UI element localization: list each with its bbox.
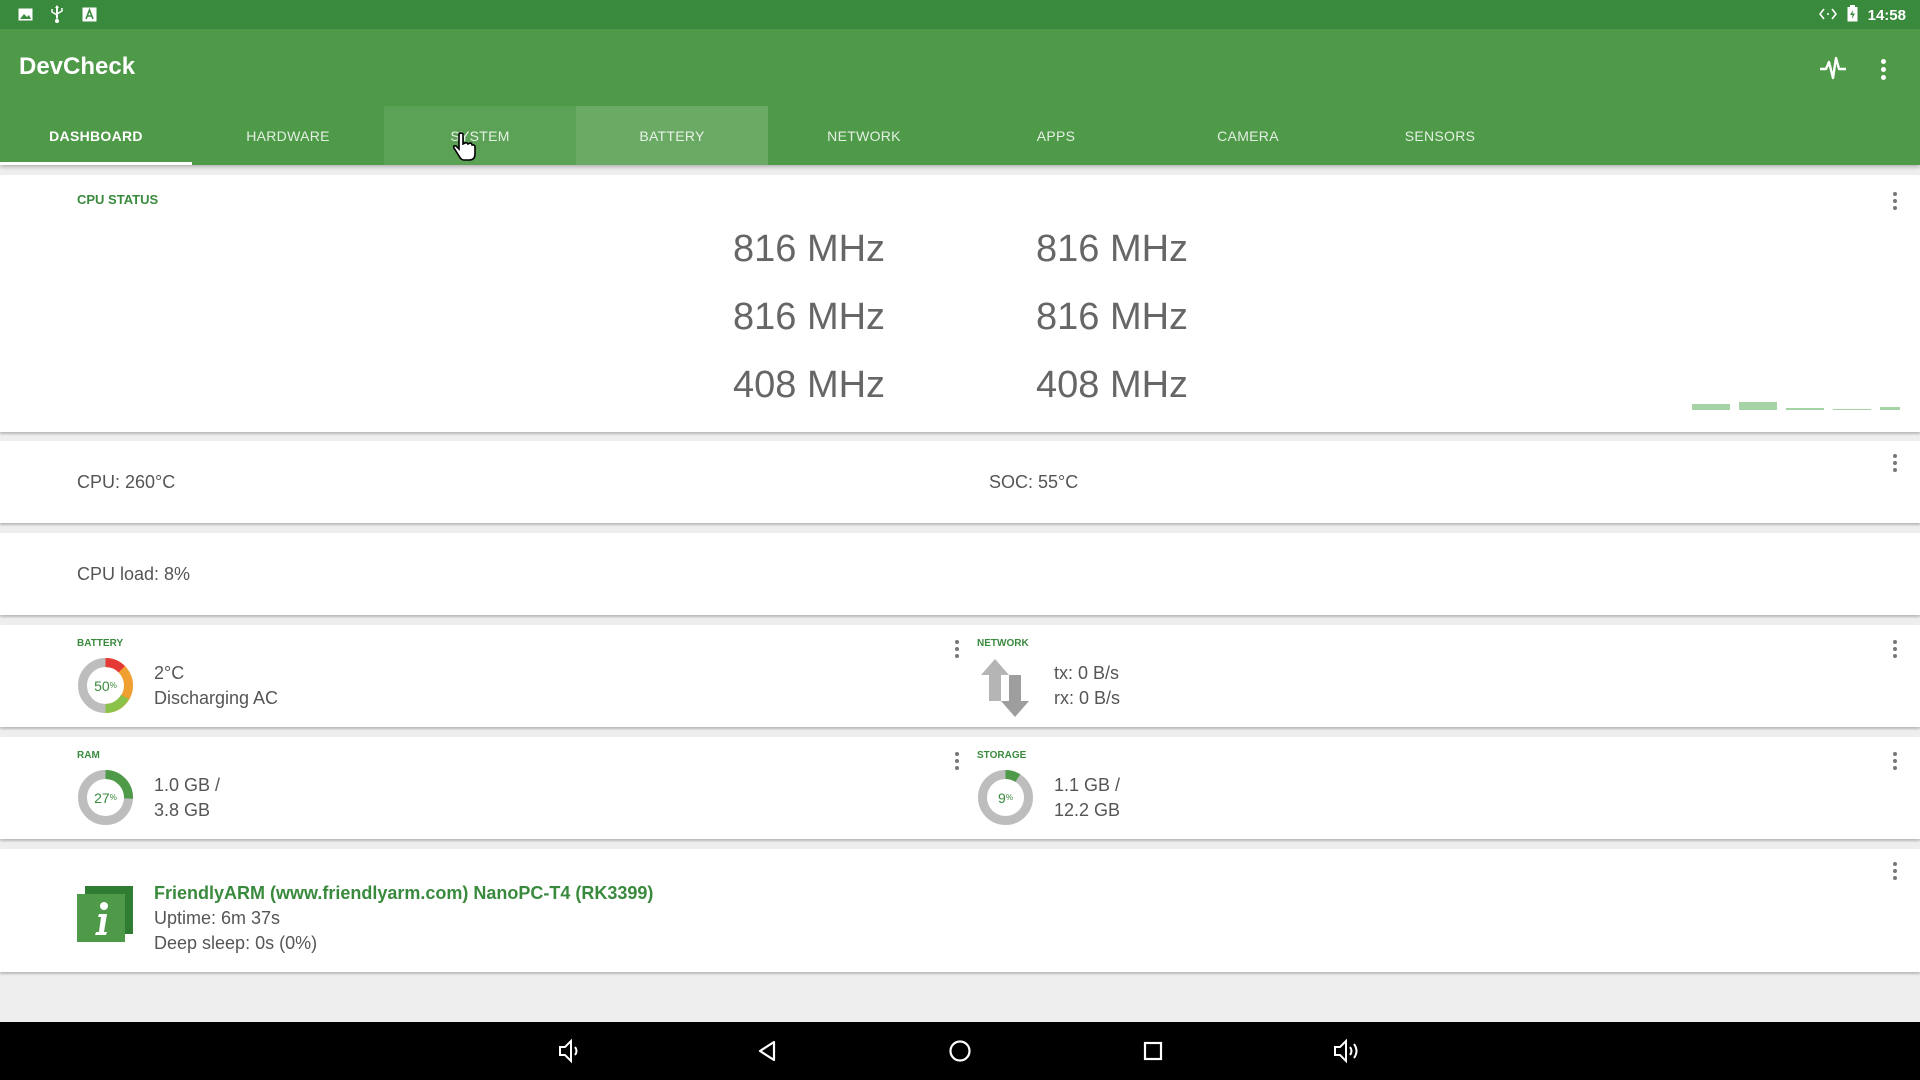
tab-label: HARDWARE	[246, 127, 330, 144]
percent-unit: %	[1005, 793, 1013, 802]
temperature-card[interactable]: CPU: 260°C SOC: 55°C	[0, 441, 1920, 523]
core-frequency: 816 MHz	[733, 228, 886, 270]
core-frequency: 408 MHz	[1036, 364, 1189, 406]
ram-percent: 27	[94, 789, 110, 806]
status-time: 14:58	[1867, 7, 1906, 24]
battery-gauge[interactable]: 50%	[77, 657, 134, 714]
tab-label: NETWORK	[827, 127, 901, 144]
cpu-status-title: CPU STATUS	[77, 192, 159, 207]
volume-down-icon[interactable]	[552, 1033, 588, 1069]
battery-temperature: 2°C	[154, 663, 185, 683]
network-card-menu-icon[interactable]	[1885, 637, 1905, 661]
network-tx: tx: 0 B/s	[1054, 663, 1120, 683]
network-arrows-icon[interactable]	[981, 659, 1029, 722]
core-frequency: 816 MHz	[1036, 228, 1189, 270]
usb-icon	[48, 5, 66, 23]
battery-network-card: BATTERY 50% 2°C Discharging AC NETWORK t…	[0, 625, 1920, 727]
cpu-temperature: CPU: 260°C	[77, 472, 176, 492]
ram-gauge[interactable]: 27%	[77, 769, 134, 826]
core-frequency: 816 MHz	[1036, 296, 1189, 338]
ram-total: 3.8 GB	[154, 800, 211, 820]
navigation-bar	[0, 1022, 1920, 1080]
storage-label: STORAGE	[977, 750, 1027, 761]
tab-camera[interactable]: CAMERA	[1152, 106, 1344, 165]
core-frequency: 408 MHz	[733, 364, 886, 406]
percent-unit: %	[109, 793, 117, 802]
tab-label: BATTERY	[639, 127, 705, 144]
tab-label: CAMERA	[1217, 127, 1279, 144]
ram-card-menu-icon[interactable]	[947, 749, 967, 773]
tab-battery[interactable]: BATTERY	[576, 106, 768, 165]
cpu-load-sparkline	[1692, 398, 1902, 417]
device-info-card[interactable]: FriendlyARM (www.friendlyarm.com) NanoPC…	[0, 849, 1920, 972]
tab-apps[interactable]: APPS	[960, 106, 1152, 165]
image-icon	[16, 5, 34, 23]
storage-used: 1.1 GB /	[1054, 775, 1121, 795]
battery-card-menu-icon[interactable]	[947, 637, 967, 661]
app-bar: DevCheck DASHBOARD HARDWARE SYSTEM BATTE…	[0, 29, 1920, 165]
ram-label: RAM	[77, 750, 100, 761]
soc-temperature: SOC: 55°C	[989, 472, 1079, 492]
tab-system[interactable]: SYSTEM	[384, 106, 576, 165]
network-rx: rx: 0 B/s	[1054, 688, 1121, 708]
core-frequency: 816 MHz	[733, 296, 886, 338]
storage-card-menu-icon[interactable]	[1885, 749, 1905, 773]
ram-used: 1.0 GB /	[154, 775, 221, 795]
dashboard-content: CPU STATUS 816 MHz 816 MHz 816 MHz 816 M…	[0, 165, 1920, 1022]
network-label: NETWORK	[977, 638, 1029, 649]
home-icon[interactable]	[942, 1033, 978, 1069]
storage-percent: 9	[998, 789, 1006, 806]
deep-sleep: Deep sleep: 0s (0%)	[154, 933, 318, 953]
mouse-cursor-icon	[451, 132, 477, 167]
battery-percent: 50	[94, 677, 110, 694]
status-bar: 14:58	[0, 0, 1920, 29]
storage-gauge[interactable]: 9%	[977, 769, 1034, 826]
tab-bar: DASHBOARD HARDWARE SYSTEM BATTERY NETWOR…	[0, 106, 1920, 165]
tab-label: DASHBOARD	[49, 127, 143, 144]
storage-total: 12.2 GB	[1054, 800, 1121, 820]
battery-state: Discharging AC	[154, 688, 279, 708]
tab-label: APPS	[1036, 127, 1076, 144]
temperature-card-menu-icon[interactable]	[1885, 451, 1905, 475]
cpu-card-menu-icon[interactable]	[1885, 189, 1905, 213]
code-icon	[1818, 7, 1837, 25]
tab-sensors[interactable]: SENSORS	[1344, 106, 1536, 165]
cpu-load: CPU load: 8%	[77, 564, 191, 584]
info-icon	[77, 886, 135, 949]
tab-network[interactable]: NETWORK	[768, 106, 960, 165]
recents-icon[interactable]	[1135, 1033, 1171, 1069]
pulse-icon[interactable]	[1813, 49, 1853, 89]
app-title: DevCheck	[19, 53, 136, 80]
text-icon	[80, 5, 98, 23]
back-icon[interactable]	[749, 1033, 785, 1069]
battery-charging-icon	[1847, 5, 1858, 26]
cpu-load-card[interactable]: CPU load: 8%	[0, 533, 1920, 615]
device-name: FriendlyARM (www.friendlyarm.com) NanoPC…	[154, 883, 654, 903]
battery-label: BATTERY	[77, 638, 124, 649]
ram-storage-card: RAM 27% 1.0 GB / 3.8 GB STORAGE 9% 1.1 G…	[0, 737, 1920, 839]
tab-label: SENSORS	[1404, 127, 1476, 144]
device-card-menu-icon[interactable]	[1885, 859, 1905, 883]
overflow-menu-icon[interactable]	[1863, 49, 1903, 89]
volume-up-icon[interactable]	[1329, 1033, 1365, 1069]
percent-unit: %	[109, 681, 117, 690]
tab-dashboard[interactable]: DASHBOARD	[0, 106, 192, 165]
tab-hardware[interactable]: HARDWARE	[192, 106, 384, 165]
cpu-status-card[interactable]: CPU STATUS 816 MHz 816 MHz 816 MHz 816 M…	[0, 175, 1920, 432]
uptime: Uptime: 6m 37s	[154, 908, 281, 928]
